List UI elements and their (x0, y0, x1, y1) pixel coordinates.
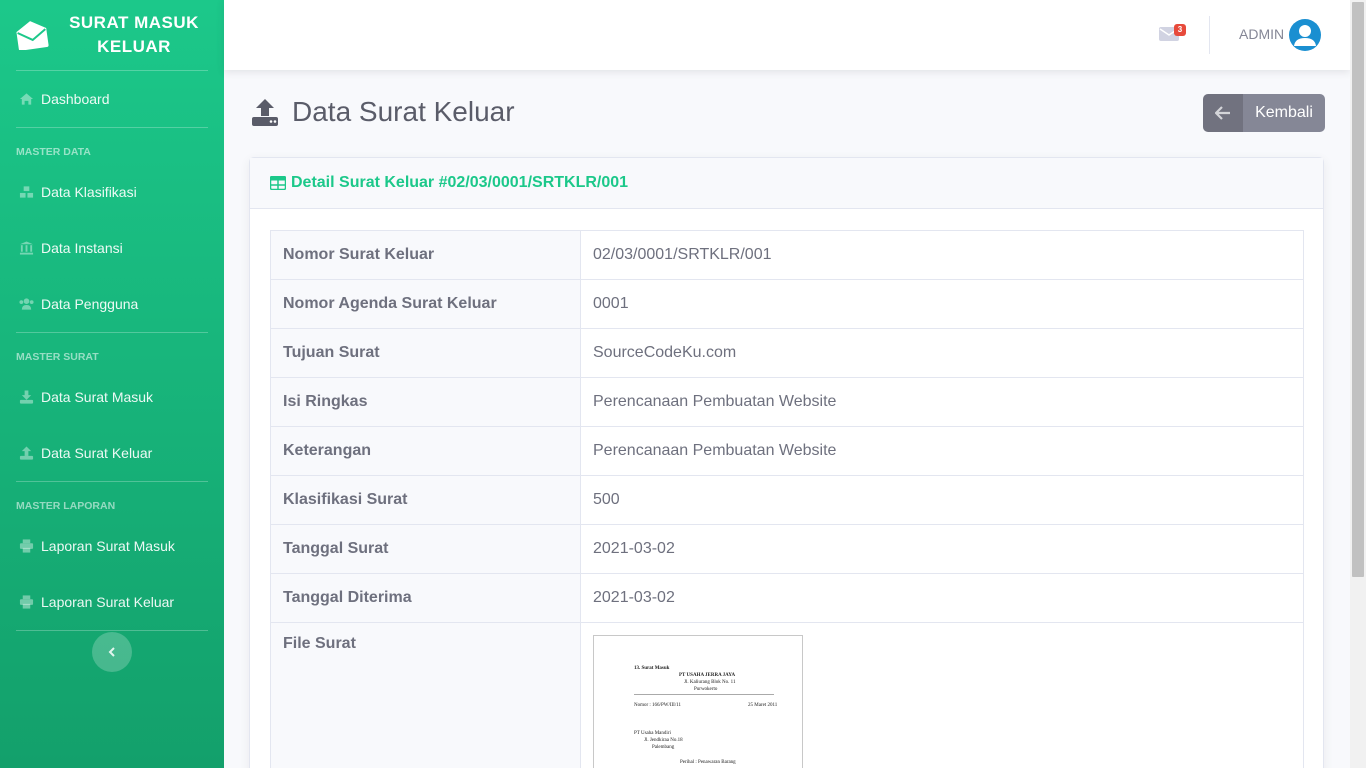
users-icon (18, 297, 34, 311)
sidebar-item-laporan-surat-keluar[interactable]: Laporan Surat Keluar (0, 574, 224, 630)
sidebar-item-label: Data Klasifikasi (41, 184, 137, 200)
detail-table: Nomor Surat Keluar 02/03/0001/SRTKLR/001… (270, 230, 1304, 768)
doc-subject: Perihal : Penawaran Barang (680, 760, 736, 765)
sidebar-item-label: Data Instansi (41, 240, 123, 256)
sidebar-heading-master-surat: MASTER SURAT (16, 351, 99, 363)
sidebar-item-label: Laporan Surat Keluar (41, 594, 175, 610)
home-icon (18, 92, 34, 106)
sidebar-item-data-instansi[interactable]: Data Instansi (0, 220, 224, 276)
user-icon (1294, 25, 1316, 46)
row-value: 0001 (580, 279, 1304, 329)
table-row: Nomor Surat Keluar 02/03/0001/SRTKLR/001 (270, 230, 1304, 280)
sidebar-item-dashboard[interactable]: Dashboard (0, 71, 224, 127)
sidebar-item-label: Data Pengguna (41, 296, 139, 312)
chevron-left-icon (108, 647, 115, 657)
sidebar-item-data-surat-masuk[interactable]: Data Surat Masuk (0, 369, 224, 425)
table-row: Tanggal Surat 2021-03-02 (270, 524, 1304, 574)
row-key: Keterangan (270, 426, 581, 476)
table-row: Klasifikasi Surat 500 (270, 475, 1304, 525)
sidebar-divider (16, 481, 208, 482)
row-value: 2021-03-02 (580, 524, 1304, 574)
table-row: Nomor Agenda Surat Keluar 0001 (270, 279, 1304, 329)
row-value: 500 (580, 475, 1304, 525)
doc-to-2: Jl. Jendkiraa No.18 (644, 738, 683, 743)
download-icon (18, 390, 34, 404)
sidebar-brand[interactable]: SURAT MASUK KELUAR (0, 0, 224, 70)
doc-to-3: Palembang (652, 745, 675, 750)
print-icon (18, 539, 34, 553)
sidebar-item-data-pengguna[interactable]: Data Pengguna (0, 276, 224, 332)
sidebar-heading-master-data: MASTER DATA (16, 146, 91, 158)
row-value: 2021-03-02 (580, 573, 1304, 623)
row-value: SourceCodeKu.com (580, 328, 1304, 378)
card-title: Detail Surat Keluar #02/03/0001/SRTKLR/0… (291, 174, 629, 191)
doc-address: Jl. Kaliurang Blok No. 11 (684, 680, 736, 685)
message-count-badge: 3 (1174, 24, 1186, 36)
scrollbar-thumb[interactable] (1352, 2, 1364, 577)
doc-rule (634, 694, 774, 695)
row-value: Perencanaan Pembuatan Website (580, 377, 1304, 427)
user-name[interactable]: ADMIN (1239, 26, 1284, 42)
card-header: Detail Surat Keluar #02/03/0001/SRTKLR/0… (250, 158, 1323, 209)
sidebar-item-label: Data Surat Keluar (41, 445, 153, 461)
doc-to-1: PT Usaha Mandiri (634, 731, 671, 736)
row-value: 13. Surat Masuk PT USAHA JERRA JAYA Jl. … (580, 622, 1304, 768)
back-button[interactable]: Kembali (1203, 94, 1325, 132)
doc-date: 25 Maret 2011 (748, 703, 778, 708)
user-avatar[interactable] (1289, 19, 1321, 51)
cubes-icon (18, 185, 34, 199)
row-key: Klasifikasi Surat (270, 475, 581, 525)
sidebar-item-laporan-surat-masuk[interactable]: Laporan Surat Masuk (0, 518, 224, 574)
back-button-label: Kembali (1255, 104, 1313, 121)
upload-icon (18, 446, 34, 460)
arrow-left-icon (1203, 94, 1243, 132)
sidebar-item-label: Dashboard (41, 91, 110, 107)
row-key: Tanggal Diterima (270, 573, 581, 623)
doc-nomor: Nomor : 166/PW/III/11 (634, 703, 682, 708)
row-key: Tujuan Surat (270, 328, 581, 378)
row-key: Tanggal Surat (270, 524, 581, 574)
envelope-open-icon (16, 21, 49, 50)
sidebar-item-label: Data Surat Masuk (41, 389, 154, 405)
sidebar: SURAT MASUK KELUAR Dashboard MASTER DATA… (0, 0, 224, 768)
brand-title: SURAT MASUK KELUAR (69, 13, 199, 56)
row-value: 02/03/0001/SRTKLR/001 (580, 230, 1304, 280)
sidebar-divider (16, 332, 208, 333)
row-key: Nomor Agenda Surat Keluar (270, 279, 581, 329)
table-icon (270, 176, 286, 190)
sidebar-item-data-klasifikasi[interactable]: Data Klasifikasi (0, 164, 224, 220)
topbar-divider (1209, 16, 1210, 54)
doc-company: PT USAHA JERRA JAYA (679, 673, 736, 678)
doc-city: Purwokerto (694, 687, 718, 692)
page-title: Data Surat Keluar (250, 92, 515, 132)
page-title-text: Data Surat Keluar (292, 96, 515, 127)
sidebar-toggle-button[interactable] (92, 632, 132, 672)
detail-card: Detail Surat Keluar #02/03/0001/SRTKLR/0… (249, 157, 1324, 768)
sidebar-divider (16, 630, 208, 631)
row-key: Isi Ringkas (270, 377, 581, 427)
row-key: File Surat (270, 622, 581, 768)
page-scrollbar[interactable] (1350, 0, 1366, 768)
sidebar-heading-master-laporan: MASTER LAPORAN (16, 500, 116, 512)
university-icon (18, 241, 34, 255)
row-value: Perencanaan Pembuatan Website (580, 426, 1304, 476)
table-row: Isi Ringkas Perencanaan Pembuatan Websit… (270, 377, 1304, 427)
sidebar-divider (16, 127, 208, 128)
table-row-file: File Surat 13. Surat Masuk PT USAHA JERR… (270, 622, 1304, 768)
sidebar-item-data-surat-keluar[interactable]: Data Surat Keluar (0, 425, 224, 481)
sidebar-item-label: Laporan Surat Masuk (41, 538, 175, 554)
table-row: Tujuan Surat SourceCodeKu.com (270, 328, 1304, 378)
file-preview[interactable]: 13. Surat Masuk PT USAHA JERRA JAYA Jl. … (593, 635, 803, 768)
topbar: 3 ADMIN (224, 0, 1350, 70)
doc-heading: 13. Surat Masuk (634, 666, 670, 671)
upload-icon (252, 99, 278, 126)
table-row: Keterangan Perencanaan Pembuatan Website (270, 426, 1304, 476)
table-row: Tanggal Diterima 2021-03-02 (270, 573, 1304, 623)
row-key: Nomor Surat Keluar (270, 230, 581, 280)
print-icon (18, 595, 34, 609)
